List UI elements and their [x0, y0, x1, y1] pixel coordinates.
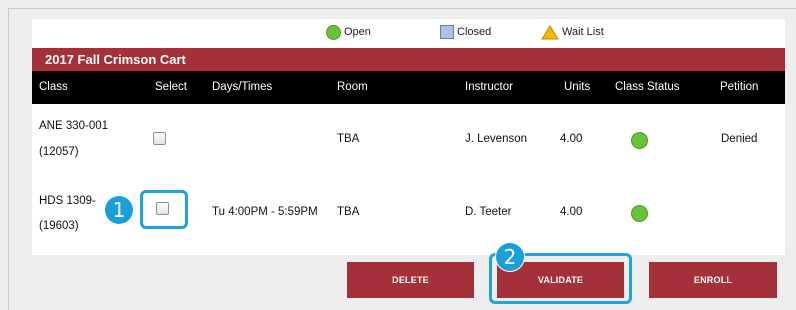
table-row: ANE 330-001 (12057) TBA J. Levenson 4.00…	[32, 104, 785, 174]
legend-open-label: Open	[344, 26, 371, 38]
room: TBA	[337, 206, 360, 218]
class-number: (12057)	[39, 146, 79, 158]
col-days-times: Days/Times	[212, 81, 273, 93]
col-select: Select	[155, 81, 187, 93]
units: 4.00	[560, 206, 583, 218]
col-petition: Petition	[720, 81, 759, 93]
closed-square-icon	[440, 25, 454, 39]
col-room: Room	[337, 81, 368, 93]
waitlist-triangle-icon	[541, 24, 559, 39]
class-number: (19603)	[39, 220, 79, 232]
units: 4.00	[560, 133, 583, 145]
step-2-badge: 2	[496, 243, 524, 271]
status-open-icon	[631, 205, 648, 222]
checkbox-highlight	[140, 190, 188, 229]
status-open-icon	[631, 132, 648, 149]
legend-closed: Closed	[440, 24, 491, 40]
petition: Denied	[721, 133, 758, 145]
room: TBA	[337, 133, 360, 145]
cart-title: 2017 Fall Crimson Cart	[32, 48, 785, 71]
col-class: Class	[39, 81, 68, 93]
legend-closed-label: Closed	[457, 26, 492, 38]
col-instructor: Instructor	[465, 81, 513, 93]
select-checkbox[interactable]	[153, 132, 166, 145]
class-code: HDS 1309-	[39, 195, 96, 207]
days-times: Tu 4:00PM - 5:59PM	[212, 206, 318, 218]
instructor: J. Levenson	[465, 133, 528, 145]
delete-button[interactable]: DELETE	[347, 262, 474, 298]
col-units: Units	[564, 81, 591, 93]
step-1-badge: 1	[105, 196, 133, 224]
table-header: Class Select Days/Times Room Instructor …	[32, 71, 785, 104]
class-code: ANE 330-001	[39, 120, 109, 132]
instructor: D. Teeter	[465, 206, 512, 218]
col-class-status: Class Status	[615, 81, 680, 93]
enroll-button[interactable]: ENROLL	[649, 262, 777, 298]
legend-waitlist: Wait List	[541, 24, 604, 40]
legend-waitlist-label: Wait List	[562, 26, 604, 38]
open-circle-icon	[326, 24, 341, 40]
legend-open: Open	[326, 24, 371, 40]
